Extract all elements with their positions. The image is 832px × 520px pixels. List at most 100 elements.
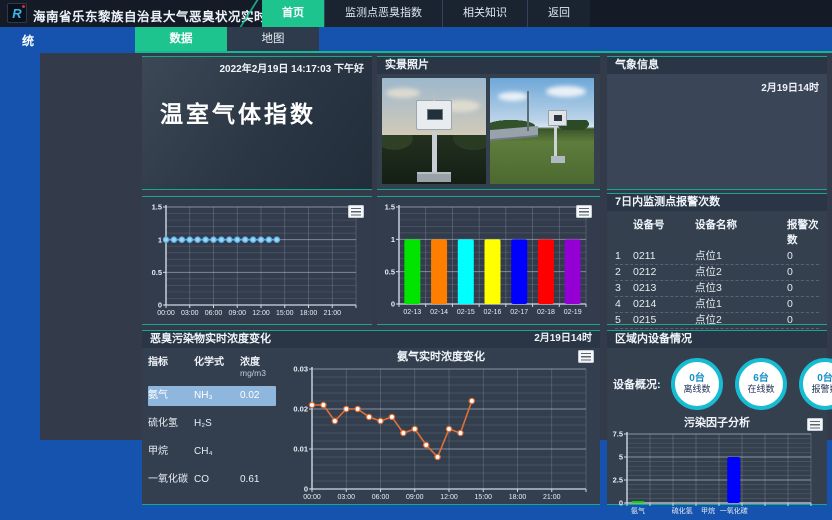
svg-text:02-15: 02-15 — [457, 309, 475, 316]
photos-panel-title: 实景照片 — [385, 57, 429, 74]
ammonia-trend-line-chart: 00.010.020.0300:0003:0006:0009:0012:0015… — [282, 364, 600, 504]
svg-text:15:00: 15:00 — [474, 494, 492, 501]
odor-body: 指标 化学式 浓度 mg/m3 氨气NH₃0.02硫化氢H₂S甲烷CH₄一氧化碳… — [142, 348, 600, 505]
hourly-index-chart-panel: 00.511.500:0003:0006:0009:0012:0015:0018… — [142, 196, 372, 325]
nav-item-3[interactable]: 返回 — [527, 0, 590, 27]
device-stat-circle-2: 0台报警数 — [799, 358, 832, 410]
svg-text:21:00: 21:00 — [543, 494, 561, 501]
svg-text:02-14: 02-14 — [430, 309, 448, 316]
logo-glyph: R — [12, 6, 21, 21]
stat-label: 离线数 — [683, 384, 710, 395]
svg-text:12:00: 12:00 — [440, 494, 458, 501]
alarm-table-panel: 7日内监测点报警次数 设备号 设备名称 报警次数 10211点位1020212点… — [607, 193, 827, 325]
device-stats: 0台离线数6台在线数0台报警数 — [671, 358, 832, 410]
cloud-shape — [386, 88, 420, 98]
alarm-panel-title: 7日内监测点报警次数 — [615, 194, 720, 211]
current-datetime: 2022年2月19日 14:17:03 下午好 — [219, 60, 364, 75]
chart-menu-icon[interactable] — [578, 350, 594, 363]
alarm-table-row: 30213点位30 — [615, 281, 819, 297]
svg-text:06:00: 06:00 — [205, 310, 223, 317]
svg-text:12:00: 12:00 — [252, 310, 270, 317]
svg-text:18:00: 18:00 — [509, 494, 527, 501]
svg-text:21:00: 21:00 — [323, 310, 341, 317]
col-formula: 化学式 — [194, 353, 240, 368]
svg-text:18:00: 18:00 — [300, 310, 318, 317]
device-overview: 设备概况: 0台离线数6台在线数0台报警数 — [607, 348, 827, 416]
chart-menu-icon[interactable] — [807, 418, 823, 431]
svg-text:03:00: 03:00 — [337, 494, 355, 501]
odor-panel-header: 恶臭污染物实时浓度变化 2月19日14时 — [142, 331, 600, 348]
svg-text:甲烷: 甲烷 — [701, 506, 715, 515]
svg-text:氨气: 氨气 — [631, 506, 645, 515]
tab-1[interactable]: 地图 — [227, 27, 319, 53]
pollution-factor-bar-chart: 02.557.5氨气硫化氢甲烷一氧化碳 — [607, 430, 819, 516]
stat-label: 报警数 — [811, 384, 832, 395]
odor-panel-time: 2月19日14时 — [534, 331, 592, 348]
daily-index-bar-chart: 00.511.502-1302-1402-1502-1602-1702-1802… — [377, 197, 594, 320]
svg-text:0.01: 0.01 — [293, 445, 308, 454]
col-value: 浓度 — [240, 353, 276, 368]
weather-time: 2月19日14时 — [761, 79, 819, 94]
tab-0[interactable]: 数据 — [135, 27, 227, 53]
odor-table-row: 甲烷CH₄ — [148, 442, 276, 462]
stat-label: 在线数 — [747, 384, 774, 395]
svg-text:0.03: 0.03 — [293, 365, 308, 374]
col-indicator: 指标 — [148, 353, 194, 368]
col-device-no: 设备号 — [633, 217, 695, 247]
chart-menu-icon[interactable] — [348, 205, 364, 218]
col-unit: mg/m3 — [240, 368, 276, 378]
main-content: 2022年2月19日 14:17:03 下午好 温室气体指数 实景照片 — [40, 53, 832, 520]
device-base — [551, 156, 565, 163]
nav-item-1[interactable]: 监测点恶臭指数 — [324, 0, 442, 27]
nav-item-2[interactable]: 相关知识 — [442, 0, 527, 27]
alarm-table-row: 40214点位10 — [615, 297, 819, 313]
nav-item-0[interactable]: 首页 — [262, 0, 324, 27]
svg-text:00:00: 00:00 — [157, 310, 175, 317]
svg-text:0.02: 0.02 — [293, 405, 308, 414]
svg-text:0: 0 — [304, 485, 308, 494]
weather-panel-title: 气象信息 — [615, 57, 659, 74]
device-pedestal — [417, 172, 451, 182]
hourly-index-line-chart: 00.511.500:0003:0006:0009:0012:0015:0018… — [142, 197, 366, 321]
page-title: 温室气体指数 — [160, 95, 316, 129]
svg-text:7.5: 7.5 — [613, 430, 623, 439]
odor-table-row: 一氧化碳CO0.61 — [148, 470, 276, 490]
ammonia-chart-title: 氨气实时浓度变化 — [282, 350, 600, 364]
alarm-panel-header: 7日内监测点报警次数 — [607, 194, 827, 211]
greeting-panel: 2022年2月19日 14:17:03 下午好 温室气体指数 — [142, 56, 372, 190]
monitoring-device — [416, 100, 452, 130]
topbar: R 海南省乐东黎族自治县大气恶臭状况实时发布系 首页监测点恶臭指数相关知识返回 — [0, 0, 832, 27]
alarm-table-row: 50215点位20 — [615, 313, 819, 329]
odor-panel-title: 恶臭污染物实时浓度变化 — [150, 331, 271, 348]
daily-index-chart-panel: 00.511.502-1302-1402-1502-1602-1702-1802… — [377, 196, 600, 325]
svg-text:1.5: 1.5 — [152, 203, 162, 212]
device-stat-circle-1: 6台在线数 — [735, 358, 787, 410]
svg-text:15:00: 15:00 — [276, 310, 294, 317]
device-stat-circle-0: 0台离线数 — [671, 358, 723, 410]
svg-text:02-18: 02-18 — [537, 309, 555, 316]
svg-text:5: 5 — [619, 453, 623, 462]
odor-table: 指标 化学式 浓度 mg/m3 氨气NH₃0.02硫化氢H₂S甲烷CH₄一氧化碳… — [142, 348, 282, 505]
device-pole — [432, 132, 437, 174]
site-photo-2 — [490, 78, 594, 184]
svg-text:02-13: 02-13 — [403, 309, 421, 316]
svg-text:02-19: 02-19 — [564, 309, 582, 316]
devices-panel: 区域内设备情况 设备概况: 0台离线数6台在线数0台报警数 污染因子分析 02.… — [607, 330, 827, 505]
monitoring-device — [548, 110, 567, 126]
svg-text:0.5: 0.5 — [152, 268, 162, 277]
odor-table-row: 氨气NH₃0.02 — [148, 386, 276, 406]
dashboard-page: R 海南省乐东黎族自治县大气恶臭状况实时发布系 首页监测点恶臭指数相关知识返回 … — [0, 0, 832, 520]
odor-table-rows: 氨气NH₃0.02硫化氢H₂S甲烷CH₄一氧化碳CO0.61 — [148, 386, 276, 490]
top-navigation: 首页监测点恶臭指数相关知识返回 — [262, 0, 590, 27]
svg-text:02-16: 02-16 — [484, 309, 502, 316]
col-alarm-count: 报警次数 — [787, 217, 819, 247]
stat-count: 0台 — [689, 373, 705, 384]
alarm-table-row: 10211点位10 — [615, 249, 819, 265]
devices-panel-title: 区域内设备情况 — [615, 331, 692, 348]
stat-count: 0台 — [817, 373, 832, 384]
svg-text:2.5: 2.5 — [613, 476, 623, 485]
app-logo-icon: R — [7, 3, 27, 23]
chart-menu-icon[interactable] — [576, 205, 592, 218]
left-rail — [0, 27, 40, 520]
alarm-table-row: 20212点位20 — [615, 265, 819, 281]
